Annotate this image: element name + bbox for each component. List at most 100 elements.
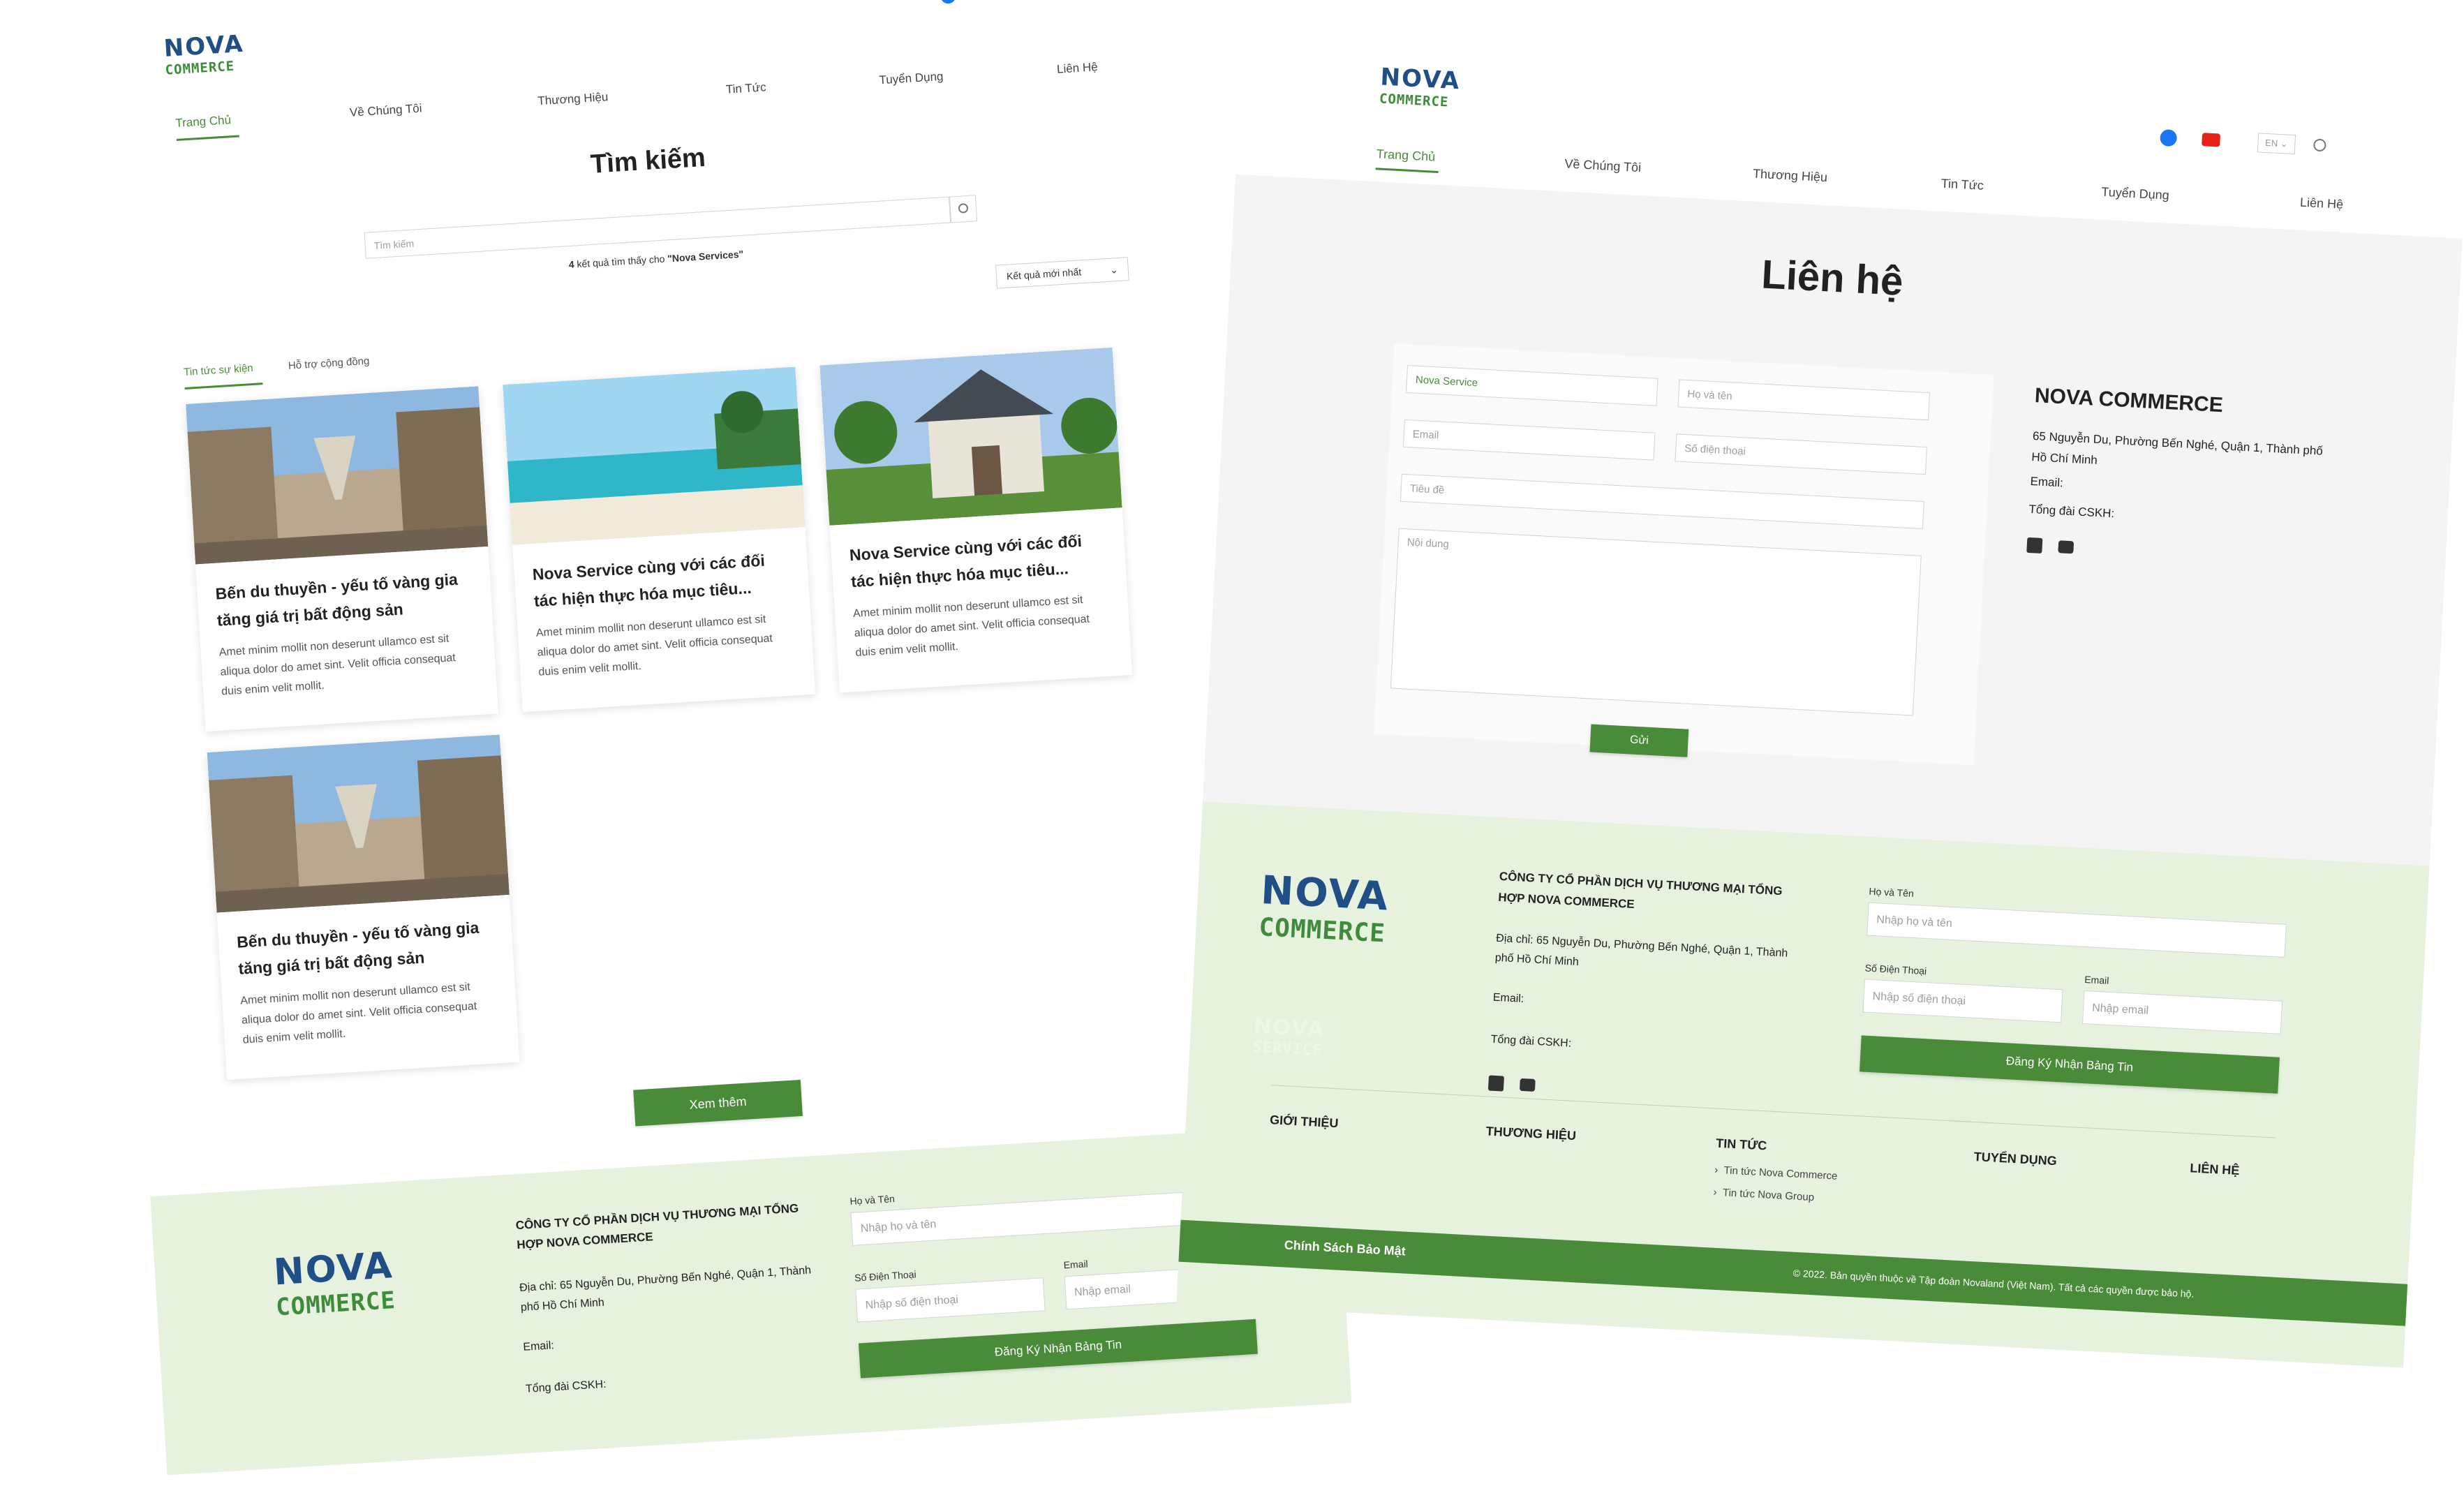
footer-email-placeholder: Nhập email [1074,1283,1131,1299]
load-more-button[interactable]: Xem thêm [633,1079,803,1127]
footer-nav-careers[interactable]: TUYỂN DỤNG [1973,1150,2057,1168]
footer-hotline-label: Tổng đài CSKH: [525,1378,607,1395]
footer-email-input[interactable]: Nhập email [2082,990,2283,1034]
facebook-icon[interactable] [1487,1075,1504,1092]
footer-nav-contact[interactable]: LIÊN HỆ [2190,1161,2240,1178]
company-select[interactable]: Nova Service [1405,364,1658,406]
article-title[interactable]: Nova Service cùng với các đối tác hiện t… [532,545,793,614]
footer-email-field-label: Email [2084,973,2109,986]
name-input[interactable]: Họ và tên [1677,379,1931,421]
sort-dropdown[interactable]: Kết quả mới nhất ⌄ [995,257,1129,289]
nav-item-about[interactable]: Về Chúng Tôi [1564,156,1642,175]
footer-phone-input[interactable]: Nhập số điện thoại [855,1277,1046,1323]
footer-name-label: Họ và Tên [1869,885,1915,899]
subject-placeholder: Tiêu đề [1409,482,1445,497]
footer-nav-brands[interactable]: THƯƠNG HIỆU [1485,1124,1576,1143]
article-title[interactable]: Nova Service cùng với các đối tác hiện t… [849,526,1110,595]
youtube-icon[interactable] [2058,540,2075,554]
footer-news-link[interactable]: › Tin tức Nova Commerce [1714,1164,1838,1182]
contact-section: Liên hệ Nova Service Họ và tên Email Số … [1202,174,2463,866]
footer-company-name: CÔNG TY CỔ PHẦN DỊCH VỤ THƯƠNG MẠI TỔNG … [1497,869,1783,912]
privacy-link[interactable]: Chính Sách Bảo Mật [1284,1238,1406,1259]
logo-commerce-text: COMMERCE [1258,913,1386,949]
footer-subscribe-button[interactable]: Đăng Ký Nhận Bảng Tin [1860,1035,2280,1094]
footer-name-input[interactable]: Nhập họ và tên [1866,902,2287,958]
article-title[interactable]: Bến du thuyền - yếu tố vàng gia tăng giá… [236,913,497,981]
footer-logo[interactable]: NOVA COMMERCE [1259,868,1390,948]
nav-active-underline [1375,168,1439,173]
facebook-icon[interactable] [2026,537,2043,554]
facebook-icon[interactable] [2160,129,2178,147]
footer-email-placeholder: Nhập email [2091,1002,2149,1017]
nav-item-careers[interactable]: Tuyển Dụng [2101,185,2169,203]
contact-address: 65 Nguyễn Du, Phường Bến Nghé, Quận 1, T… [2031,429,2324,467]
result-count: 4 [568,258,575,271]
footer: NOVA COMMERCE NOVA SERVICE CÔNG TY CỔ PH… [1176,801,2430,1368]
logo-nova-text: NOVA [1259,868,1390,920]
name-placeholder: Họ và tên [1687,388,1733,403]
youtube-icon[interactable] [1519,1078,1536,1092]
footer-email-label: Email: [1492,991,1524,1005]
nav-item-contact[interactable]: Liên Hệ [2299,195,2344,212]
article-description: Amet minim mollit non deserunt ullamco e… [218,632,457,698]
tab-active-underline [184,383,263,389]
search-button[interactable] [949,195,978,223]
nav-item-about[interactable]: Về Chúng Tôi [349,101,422,119]
footer-news-link[interactable]: › Tin tức Nova Group [1713,1187,1814,1204]
article-card[interactable]: Bến du thuyền - yếu tố vàng gia tăng giá… [207,734,520,1081]
nav-item-news[interactable]: Tin Tức [1940,177,1984,193]
footer-logo[interactable]: NOVA COMMERCE [272,1245,396,1321]
article-card[interactable]: Nova Service cùng với các đối tác hiện t… [503,366,816,713]
nav-item-contact[interactable]: Liên Hệ [1056,60,1098,77]
article-card[interactable]: Bến du thuyền - yếu tố vàng gia tăng giá… [186,386,498,732]
nav-item-news[interactable]: Tin Tức [725,80,766,96]
nav-item-home[interactable]: Trang Chủ [175,113,232,131]
nav-item-brands[interactable]: Thương Hiệu [1753,167,1828,186]
phone-input[interactable]: Số điện thoại [1675,433,1927,475]
article-image [207,734,510,913]
tab-community-support[interactable]: Hỗ trợ cộng đồng [288,355,369,372]
article-description: Amet minim mollit non deserunt ullamco e… [852,593,1090,659]
footer-phone-label: Số Điện Thoại [1864,962,1927,977]
company-value: Nova Service [1415,373,1478,389]
contact-company: NOVA COMMERCE [2034,384,2224,417]
tab-news-events[interactable]: Tin tức sự kiện [184,362,253,378]
submit-button[interactable]: Gửi [1589,724,1689,757]
nav-item-home[interactable]: Trang Chủ [1376,147,1435,164]
copyright-text: © 2022. Bản quyền thuộc về Tập đoàn Nova… [1793,1267,2195,1300]
nav-item-brands[interactable]: Thương Hiệu [537,90,609,108]
footer-email-field-label: Email [1063,1258,1089,1271]
email-input[interactable]: Email [1402,419,1656,461]
search-icon[interactable] [2313,138,2326,152]
service-logo: NOVA SERVICE [1252,1014,1326,1060]
search-input[interactable]: Tìm kiếm [364,196,951,259]
article-title[interactable]: Bến du thuyền - yếu tố vàng gia tăng giá… [215,565,476,633]
page-title: Liên hệ [1760,251,1905,304]
facebook-icon[interactable] [940,0,957,4]
service-logo-nova-text: NOVA [1253,1013,1326,1043]
site-logo[interactable]: NOVA COMMERCE [1379,63,1478,111]
nav-item-careers[interactable]: Tuyển Dụng [879,70,944,88]
footer-company-name: CÔNG TY CỔ PHẦN DỊCH VỤ THƯƠNG MẠI TỔNG … [515,1201,799,1252]
footer-phone-placeholder: Nhập số điện thoại [1872,990,1966,1008]
language-label: EN [2264,137,2278,149]
footer-phone-input[interactable]: Nhập số điện thoại [1862,979,2063,1023]
footer-name-placeholder: Nhập họ và tên [1876,914,1953,930]
youtube-icon[interactable] [2202,133,2221,147]
sort-label: Kết quả mới nhất [1006,266,1082,282]
article-image [186,386,489,565]
footer-nav-news[interactable]: TIN TỨC [1716,1136,1767,1154]
language-select[interactable]: EN ⌄ [2257,133,2296,155]
footer-name-placeholder: Nhập họ và tên [860,1218,937,1235]
footer-news-link-label: Tin tức Nova Group [1722,1187,1815,1204]
site-logo[interactable]: NOVA COMMERCE [163,29,264,78]
footer-address: Địa chỉ: 65 Nguyễn Du, Phường Bến Nghé, … [519,1264,812,1314]
logo-nova-text: NOVA [272,1245,395,1294]
beach-image [503,366,806,545]
article-card[interactable]: Nova Service cùng với các đối tác hiện t… [819,347,1133,693]
article-image [503,366,806,545]
result-text: kết quả tìm thấy cho [577,253,665,270]
footer-nav-about[interactable]: GIỚI THIỆU [1270,1113,1339,1131]
content-textarea[interactable]: Nội dung [1390,528,1922,716]
subject-input[interactable]: Tiêu đề [1400,473,1924,529]
